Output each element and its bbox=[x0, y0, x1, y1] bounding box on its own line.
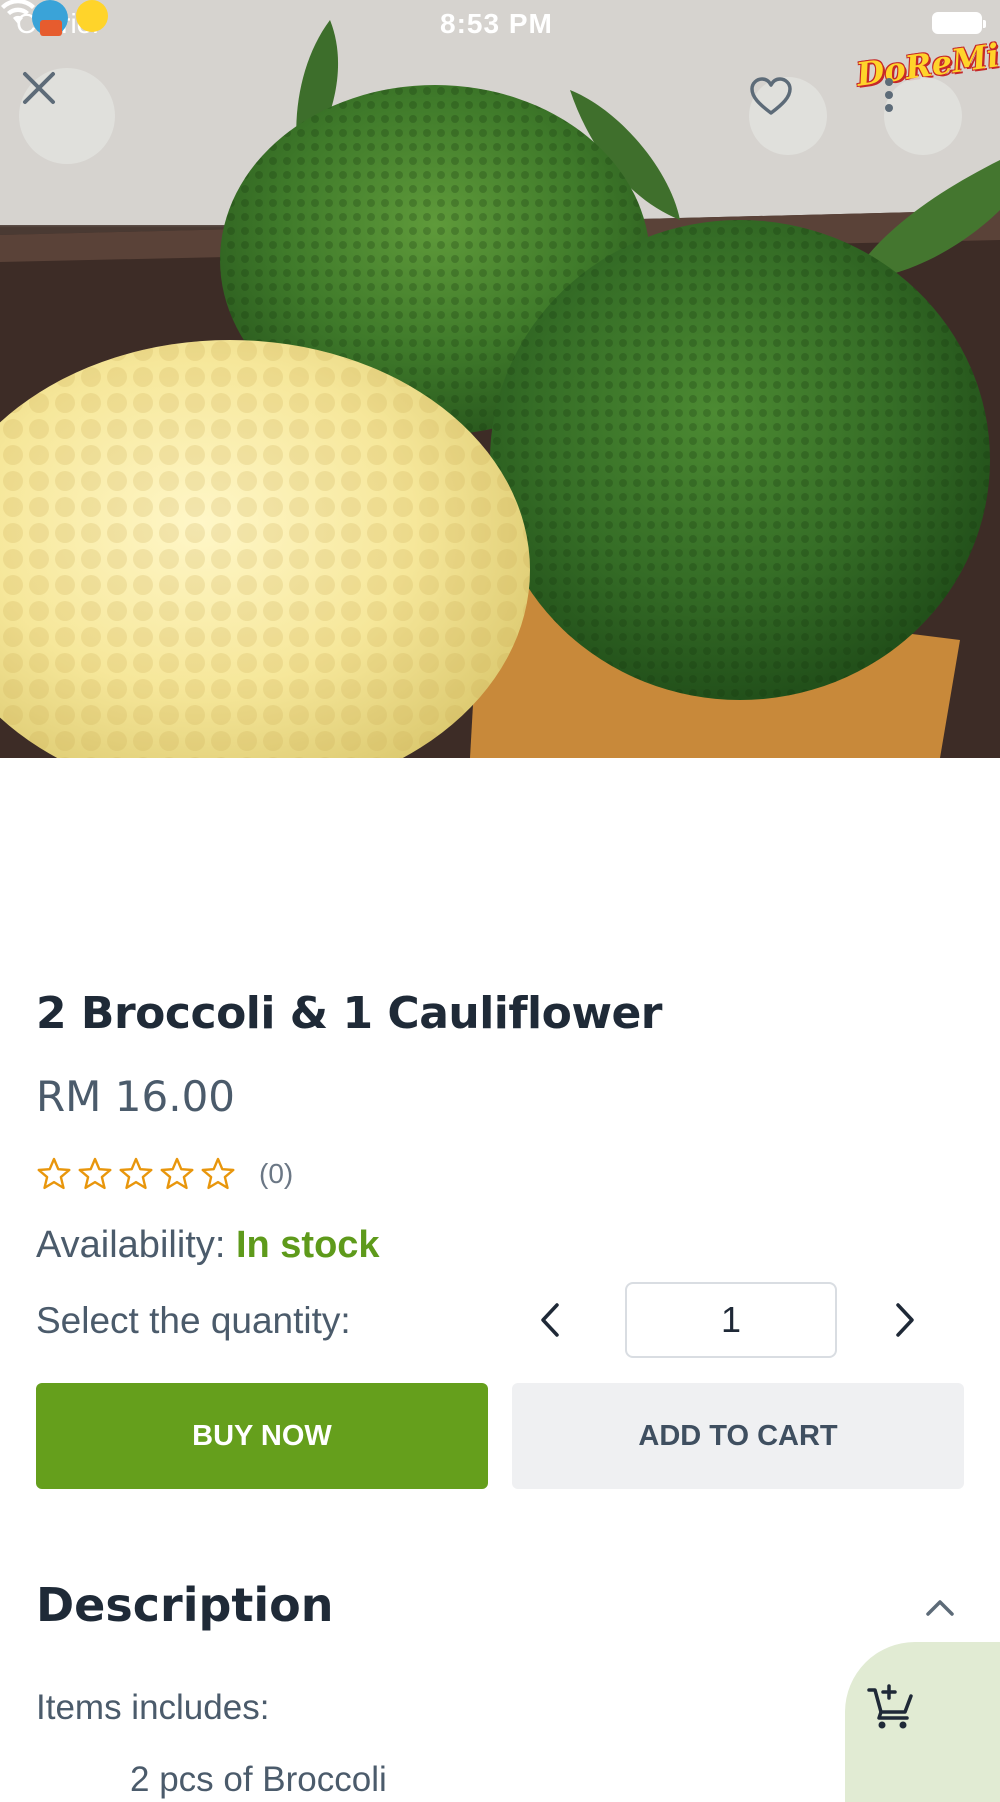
add-to-cart-button[interactable]: ADD TO CART bbox=[512, 1383, 964, 1489]
clock: 8:53 PM bbox=[440, 8, 553, 39]
close-button[interactable] bbox=[19, 68, 115, 164]
quantity-input[interactable] bbox=[625, 1282, 837, 1358]
availability-label: Availability: bbox=[36, 1224, 226, 1266]
quantity-increase-button[interactable] bbox=[880, 1290, 930, 1350]
description-item: 2 pcs of Broccoli bbox=[130, 1760, 387, 1799]
star-empty-icon bbox=[119, 1157, 153, 1190]
description-heading: Description bbox=[36, 1578, 334, 1632]
status-bar: Carrier 8:53 PM bbox=[0, 0, 1000, 50]
buy-now-button[interactable]: BUY NOW bbox=[36, 1383, 488, 1489]
heart-icon bbox=[750, 77, 792, 115]
quantity-decrease-button[interactable] bbox=[525, 1290, 575, 1350]
rating[interactable]: (0) bbox=[36, 1156, 293, 1192]
star-empty-icon bbox=[37, 1157, 71, 1190]
product-image: Carrier 8:53 PM DoReMi bbox=[0, 0, 1000, 758]
star-empty-icon bbox=[78, 1157, 112, 1190]
star-empty-icon bbox=[201, 1157, 235, 1190]
rating-count: (0) bbox=[259, 1158, 294, 1189]
availability-status: In stock bbox=[235, 1224, 380, 1266]
product-photo bbox=[0, 0, 1000, 758]
close-icon bbox=[23, 72, 55, 104]
favorite-button[interactable] bbox=[749, 77, 827, 155]
more-vertical-icon bbox=[885, 78, 893, 112]
chevron-right-icon bbox=[896, 1303, 914, 1337]
more-options-button[interactable] bbox=[884, 77, 962, 155]
quantity-label: Select the quantity: bbox=[36, 1300, 351, 1341]
product-price: RM 16.00 bbox=[36, 1072, 236, 1121]
battery-icon bbox=[932, 12, 986, 34]
floating-cart-button[interactable] bbox=[845, 1642, 1000, 1802]
availability: Availability: In stock bbox=[36, 1224, 380, 1267]
star-empty-icon bbox=[160, 1157, 194, 1190]
product-title: 2 Broccoli & 1 Cauliflower bbox=[36, 988, 663, 1039]
add-shopping-cart-icon bbox=[867, 1684, 913, 1729]
chevron-left-icon bbox=[541, 1303, 559, 1337]
description-intro: Items includes: bbox=[36, 1688, 270, 1727]
chevron-up-icon[interactable] bbox=[922, 1592, 958, 1622]
